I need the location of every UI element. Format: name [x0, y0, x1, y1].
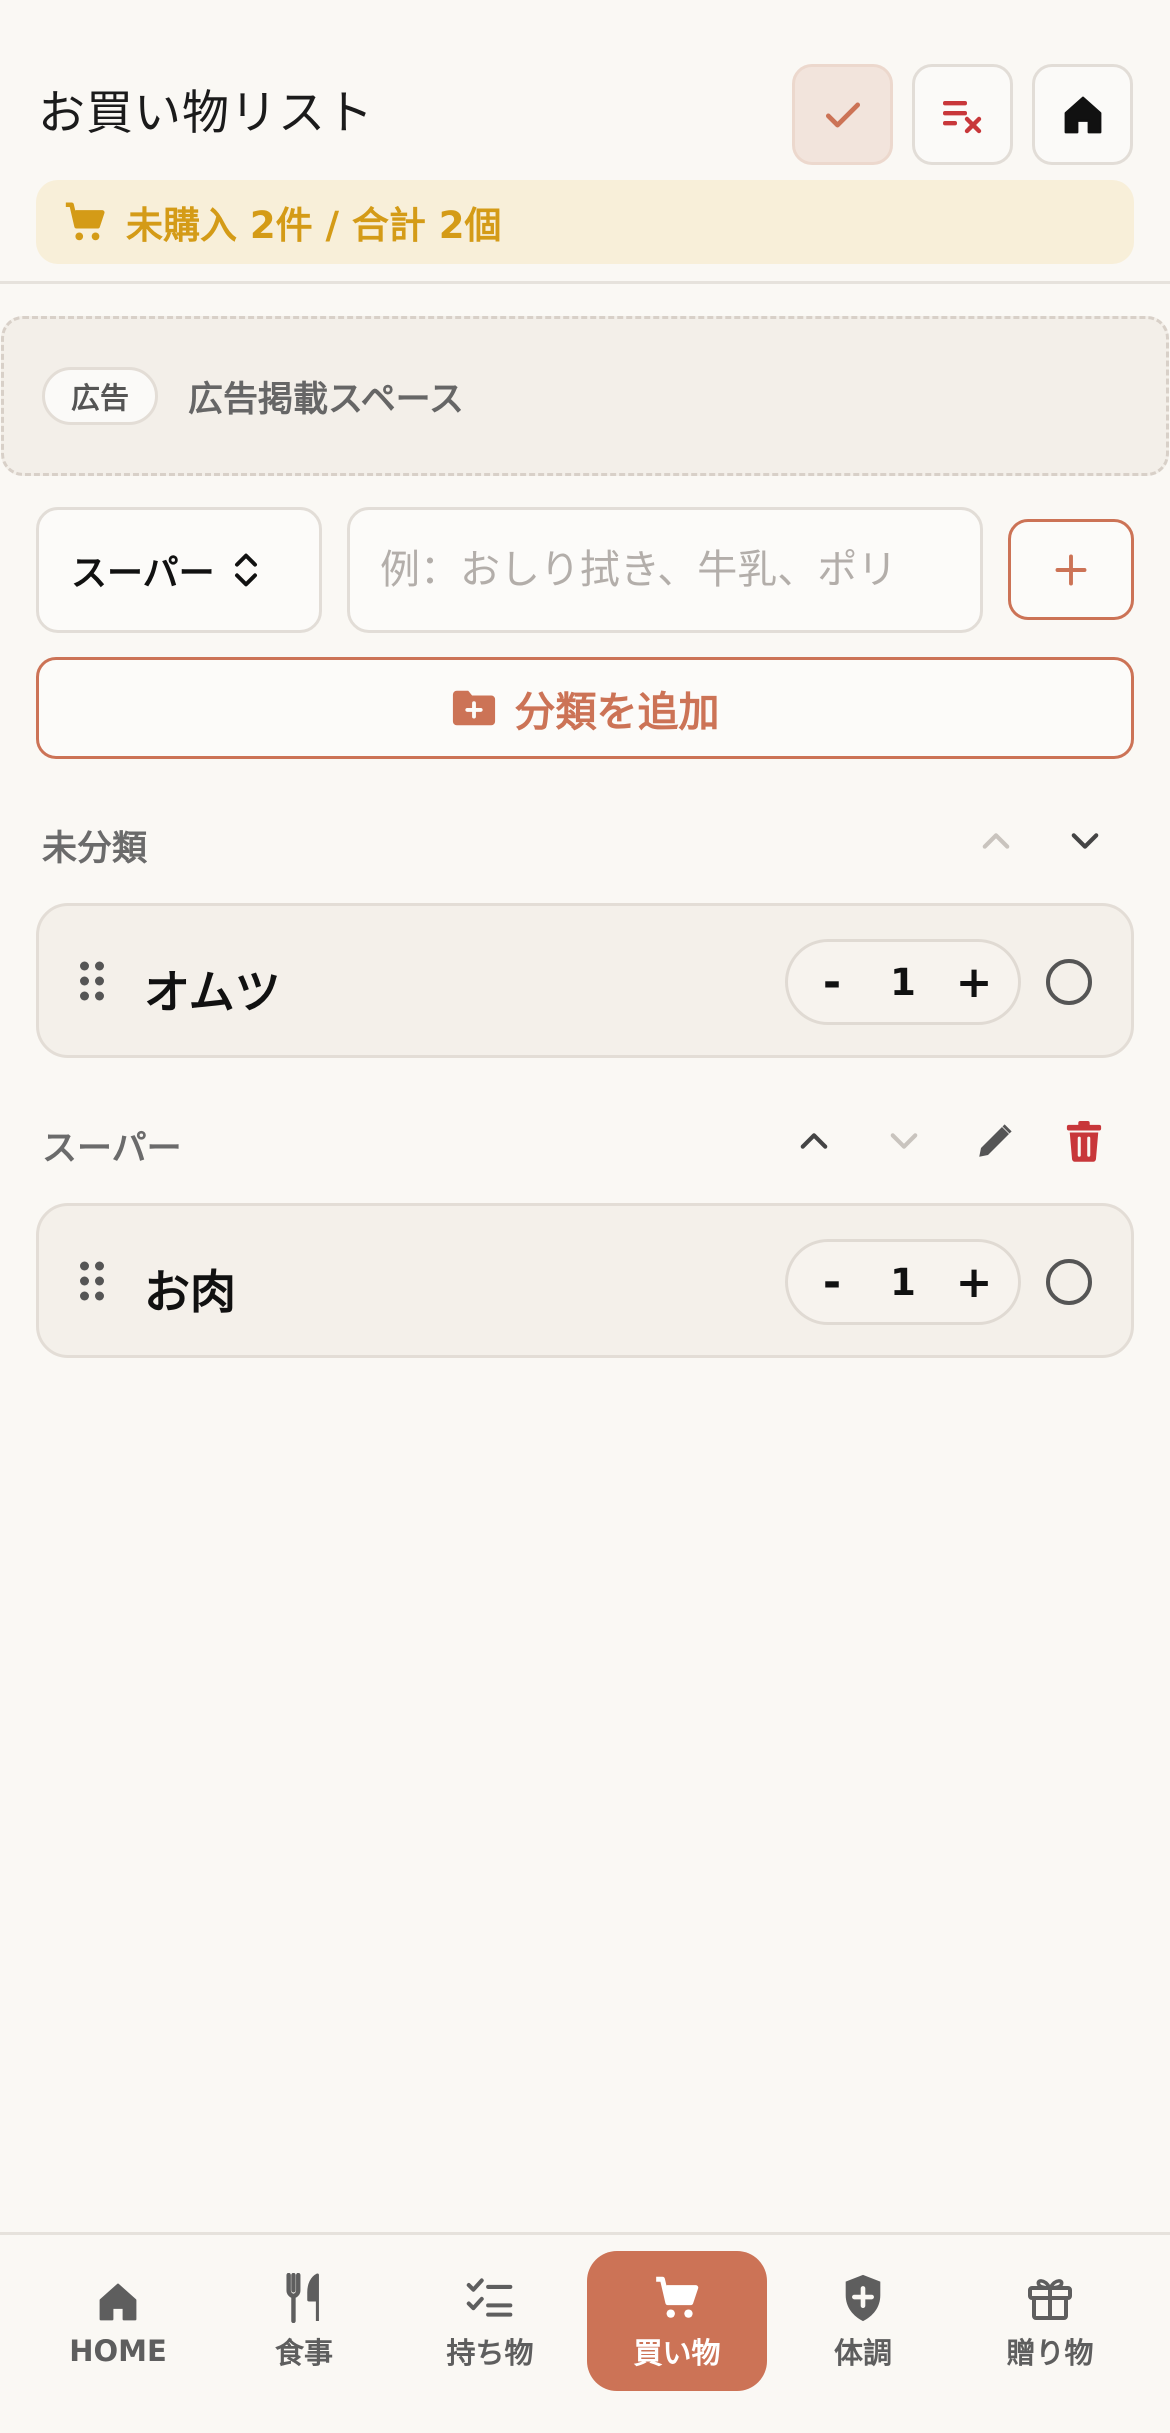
page-title: お買い物リスト — [38, 86, 374, 141]
store-select[interactable]: スーパー — [36, 507, 322, 633]
summary-text: 未購入 2件 / 合計 2個 — [126, 204, 502, 247]
add-category-label: 分類を追加 — [514, 688, 720, 736]
list-item: お肉 - 1 + — [36, 1203, 1134, 1358]
move-down-button[interactable] — [1055, 811, 1115, 871]
tab-shopping[interactable]: 買い物 — [587, 2251, 767, 2391]
move-down-button[interactable] — [874, 1111, 934, 1171]
chevron-updown-icon — [234, 553, 257, 587]
gift-icon — [1028, 2279, 1072, 2320]
trash-icon — [1066, 1121, 1102, 1162]
ad-space: 広告 広告掲載スペース — [1, 316, 1169, 476]
tab-label: 食事 — [274, 2336, 333, 2370]
section-title-supermarket: スーパー — [42, 1129, 182, 1169]
check-all-button[interactable] — [792, 64, 893, 165]
move-up-button[interactable] — [784, 1111, 844, 1171]
home-button[interactable] — [1032, 64, 1133, 165]
clear-list-icon — [942, 100, 981, 133]
tab-belongings[interactable]: 持ち物 — [400, 2251, 580, 2391]
shield-plus-icon — [845, 2274, 881, 2322]
store-select-value: スーパー — [71, 553, 215, 594]
chevron-up-icon — [982, 833, 1010, 849]
summary-banner: 未購入 2件 / 合計 2個 — [36, 180, 1134, 264]
add-item-button[interactable] — [1008, 519, 1134, 620]
item-name: お肉 — [144, 1265, 236, 1319]
delete-category-button[interactable] — [1054, 1111, 1114, 1171]
quantity-value: 1 — [890, 1260, 916, 1304]
folder-plus-icon — [452, 690, 495, 726]
item-name: オムツ — [144, 965, 281, 1019]
tab-home[interactable]: HOME — [28, 2251, 208, 2391]
tab-health[interactable]: 体調 — [773, 2251, 953, 2391]
fork-knife-icon — [286, 2273, 319, 2323]
purchased-toggle[interactable] — [1046, 1259, 1092, 1305]
tab-meals[interactable]: 食事 — [214, 2251, 394, 2391]
edit-category-button[interactable] — [965, 1111, 1025, 1171]
cart-icon — [656, 2276, 699, 2318]
ad-text: 広告掲載スペース — [188, 379, 464, 420]
bottom-navigation: HOME 食事 持ち物 買い物 体調 贈り物 — [0, 2232, 1170, 2433]
move-up-button[interactable] — [966, 811, 1026, 871]
list-item: オムツ - 1 + — [36, 903, 1134, 1058]
tab-label: 贈り物 — [1006, 2336, 1094, 2370]
tab-label: 持ち物 — [446, 2336, 534, 2370]
quantity-stepper: - 1 + — [785, 939, 1021, 1025]
quantity-value: 1 — [890, 960, 916, 1004]
checklist-icon — [466, 2278, 513, 2317]
plus-icon — [1055, 554, 1087, 585]
decrement-button[interactable]: - — [810, 1257, 854, 1308]
tab-gifts[interactable]: 贈り物 — [960, 2251, 1140, 2391]
chevron-up-icon — [800, 1133, 828, 1149]
app-header: お買い物リスト 未購入 2件 / 合計 2個 — [0, 0, 1170, 284]
clear-list-button[interactable] — [912, 64, 1013, 165]
cart-icon — [65, 202, 105, 241]
item-name-input[interactable] — [347, 507, 983, 633]
chevron-down-icon — [1071, 833, 1099, 849]
increment-button[interactable]: + — [952, 1257, 996, 1308]
purchased-toggle[interactable] — [1046, 959, 1092, 1005]
ad-badge: 広告 — [42, 367, 159, 425]
section-title-uncategorized: 未分類 — [42, 829, 148, 869]
chevron-down-icon — [890, 1133, 918, 1149]
add-category-button[interactable]: 分類を追加 — [36, 657, 1134, 759]
increment-button[interactable]: + — [952, 957, 996, 1008]
drag-handle-icon[interactable] — [77, 958, 107, 1004]
decrement-button[interactable]: - — [810, 957, 854, 1008]
drag-handle-icon[interactable] — [77, 1258, 107, 1304]
tab-label: HOME — [69, 2334, 167, 2368]
home-icon — [99, 2283, 137, 2321]
tab-label: 買い物 — [633, 2336, 721, 2370]
pencil-icon — [979, 1124, 1012, 1157]
tab-label: 体調 — [833, 2336, 892, 2370]
quantity-stepper: - 1 + — [785, 1239, 1021, 1325]
check-icon — [825, 102, 860, 127]
home-icon — [1064, 96, 1101, 133]
